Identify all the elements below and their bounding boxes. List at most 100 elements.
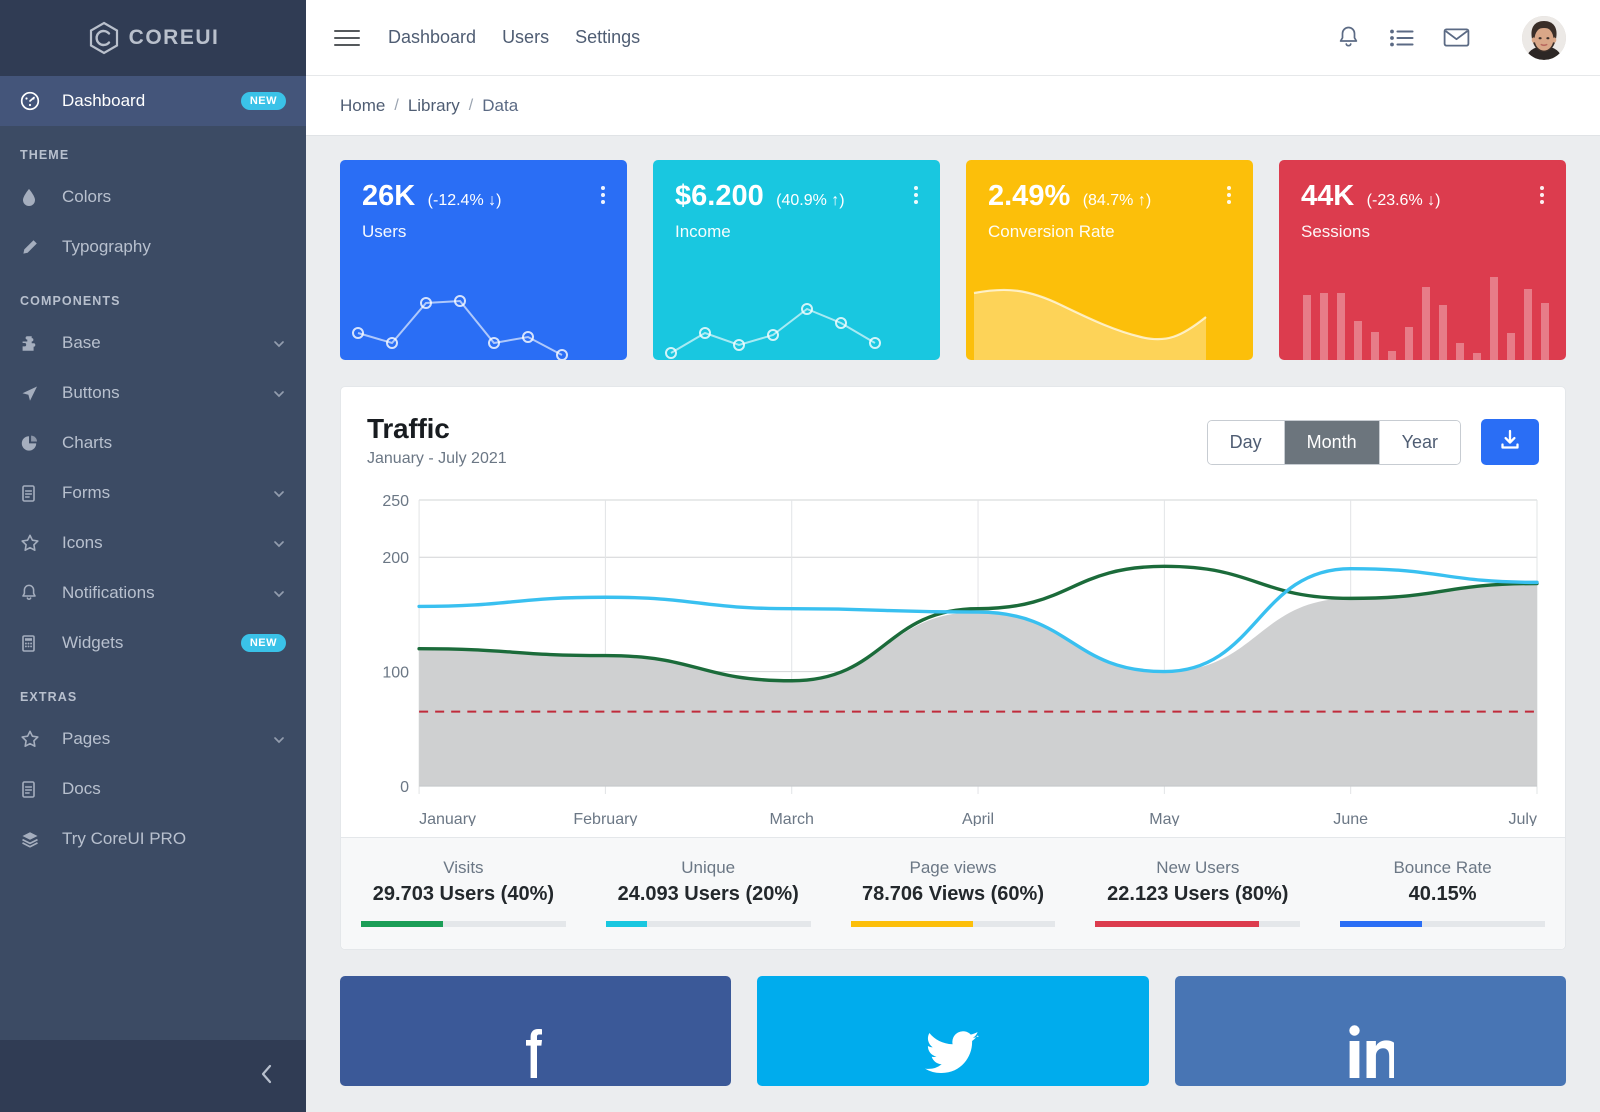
stat-card-conversion-rate[interactable]: 2.49% (84.7% ↑) Conversion Rate — [966, 160, 1253, 360]
stat-card-users[interactable]: 26K (-12.4% ↓) Users — [340, 160, 627, 360]
svg-text:February: February — [573, 811, 637, 826]
sidebar-item-label: Pages — [62, 729, 111, 748]
bell-icon[interactable] — [1336, 24, 1361, 51]
breadcrumb-separator: / — [468, 96, 474, 114]
sidebar-item-label: Widgets — [62, 633, 124, 652]
sidebar-item-notifications[interactable]: Notifications — [0, 568, 306, 618]
stat-value: 44K — [1301, 180, 1355, 212]
range-button-year[interactable]: Year — [1379, 420, 1460, 464]
footer-stat-value: 40.15% — [1408, 883, 1477, 905]
progress-bar — [850, 921, 1056, 927]
stat-card-value-group: 26K (-12.4% ↓) — [362, 182, 501, 211]
stat-card-income[interactable]: $6.200 (40.9% ↑) Income — [653, 160, 940, 360]
chevron-down-icon[interactable] — [272, 586, 286, 600]
sidebar-item-label: Charts — [62, 433, 113, 452]
social-card-linkedin[interactable] — [1174, 976, 1566, 1086]
sparkline-chart — [665, 303, 881, 359]
sidebar-section-extras: EXTRAS — [20, 690, 78, 704]
sidebar-item-label: Forms — [62, 483, 111, 502]
envelope-icon[interactable] — [1443, 26, 1470, 49]
stat-card-header: 2.49% (84.7% ↑) — [988, 182, 1231, 211]
bar-sparkline-chart — [1303, 277, 1549, 360]
coreui-hexagon-icon — [87, 21, 121, 55]
footer-stat-label: Bounce Rate — [1393, 858, 1492, 877]
traffic-subtitle: January - July 2021 — [367, 450, 507, 467]
stat-card-sessions[interactable]: 44K (-23.6% ↓) Sessions — [1279, 160, 1566, 360]
chevron-down-icon[interactable] — [272, 336, 286, 350]
puzzle-icon — [20, 334, 62, 353]
more-options-icon[interactable] — [1227, 182, 1231, 204]
progress-bar — [605, 921, 811, 927]
stat-card-value-group: 2.49% (84.7% ↑) — [988, 182, 1151, 211]
sparkline-chart — [352, 295, 568, 360]
top-link-users[interactable]: Users — [502, 27, 549, 48]
document-icon — [20, 484, 62, 503]
sidebar-item-colors[interactable]: Colors — [0, 172, 306, 222]
download-button[interactable] — [1481, 419, 1539, 465]
stat-delta: (40.9% ↑) — [776, 192, 845, 209]
sidebar-item-buttons[interactable]: Buttons — [0, 368, 306, 418]
breadcrumb-item-home[interactable]: Home — [340, 96, 385, 116]
sidebar-item-icons[interactable]: Icons — [0, 518, 306, 568]
sidebar-item-pages[interactable]: Pages — [0, 714, 306, 764]
range-button-month[interactable]: Month — [1284, 420, 1380, 464]
chevron-down-icon[interactable] — [272, 732, 286, 746]
top-link-settings[interactable]: Settings — [575, 27, 640, 48]
stat-card-row: 26K (-12.4% ↓) Users $6.200 (40.9% ↑) In… — [340, 160, 1566, 360]
chevron-down-icon[interactable] — [272, 386, 286, 400]
document-icon — [20, 780, 62, 799]
footer-stat-value: 22.123 Users (80%) — [1107, 883, 1289, 905]
avatar[interactable] — [1522, 15, 1566, 60]
brand-logo[interactable]: COREUI — [0, 0, 306, 76]
traffic-card: Traffic January - July 2021 Day Month Ye… — [340, 386, 1566, 950]
more-options-icon[interactable] — [601, 182, 605, 204]
stat-value: $6.200 — [675, 180, 764, 212]
hamburger-menu-icon[interactable] — [334, 29, 360, 46]
sidebar-item-charts[interactable]: Charts — [0, 418, 306, 468]
breadcrumb-item-library[interactable]: Library — [408, 96, 460, 116]
status-badge: NEW — [240, 634, 286, 652]
sidebar-item-try-coreui-pro[interactable]: Try CoreUI PRO — [0, 814, 306, 864]
sidebar-item-label: Dashboard — [62, 91, 146, 110]
range-button-day[interactable]: Day — [1207, 420, 1285, 464]
more-options-icon[interactable] — [1540, 182, 1544, 204]
sidebar-item-base[interactable]: Base — [0, 318, 306, 368]
footer-stat-label: Unique — [681, 858, 736, 877]
top-navbar: Dashboard Users Settings — [306, 0, 1600, 76]
svg-text:250: 250 — [382, 493, 409, 510]
footer-stat-value: 29.703 Users (40%) — [372, 883, 555, 905]
stat-label: Conversion Rate — [988, 222, 1115, 241]
star-icon — [20, 533, 62, 553]
social-card-facebook[interactable] — [340, 976, 732, 1086]
top-nav-links: Dashboard Users Settings — [388, 27, 640, 48]
breadcrumb-separator: / — [394, 96, 399, 114]
svg-text:200: 200 — [382, 550, 409, 567]
main-area: Dashboard Users Settings Home / Library … — [306, 0, 1600, 1112]
sidebar-item-label: Docs — [62, 779, 101, 798]
social-card-twitter[interactable] — [757, 976, 1149, 1086]
sidebar-item-forms[interactable]: Forms — [0, 468, 306, 518]
bell-icon — [20, 583, 62, 603]
linkedin-icon — [1346, 1022, 1400, 1086]
footer-stat-label: Visits — [443, 858, 484, 877]
download-icon — [1497, 427, 1523, 458]
sidebar-item-label: Buttons — [62, 383, 120, 402]
top-link-dashboard[interactable]: Dashboard — [388, 27, 476, 48]
svg-text:0: 0 — [400, 779, 409, 796]
sidebar-section-components: COMPONENTS — [20, 294, 121, 308]
sidebar-item-label: Try CoreUI PRO — [62, 829, 187, 848]
status-badge: NEW — [240, 92, 286, 110]
sidebar-item-widgets[interactable]: Widgets NEW — [0, 618, 306, 668]
footer-stat-value: 78.706 Views (60%) — [862, 883, 1044, 905]
sidebar-item-typography[interactable]: Typography — [0, 222, 306, 272]
more-options-icon[interactable] — [914, 182, 918, 204]
sidebar-section-theme: THEME — [20, 148, 70, 162]
chevron-down-icon[interactable] — [272, 536, 286, 550]
list-icon[interactable] — [1389, 26, 1415, 50]
chevron-down-icon[interactable] — [272, 486, 286, 500]
sidebar-item-docs[interactable]: Docs — [0, 764, 306, 814]
traffic-controls: Day Month Year — [1206, 413, 1539, 465]
sidebar-item-dashboard[interactable]: Dashboard NEW — [0, 76, 306, 126]
sidebar-collapse-button[interactable] — [0, 1040, 306, 1112]
chevron-left-icon — [256, 1061, 278, 1092]
